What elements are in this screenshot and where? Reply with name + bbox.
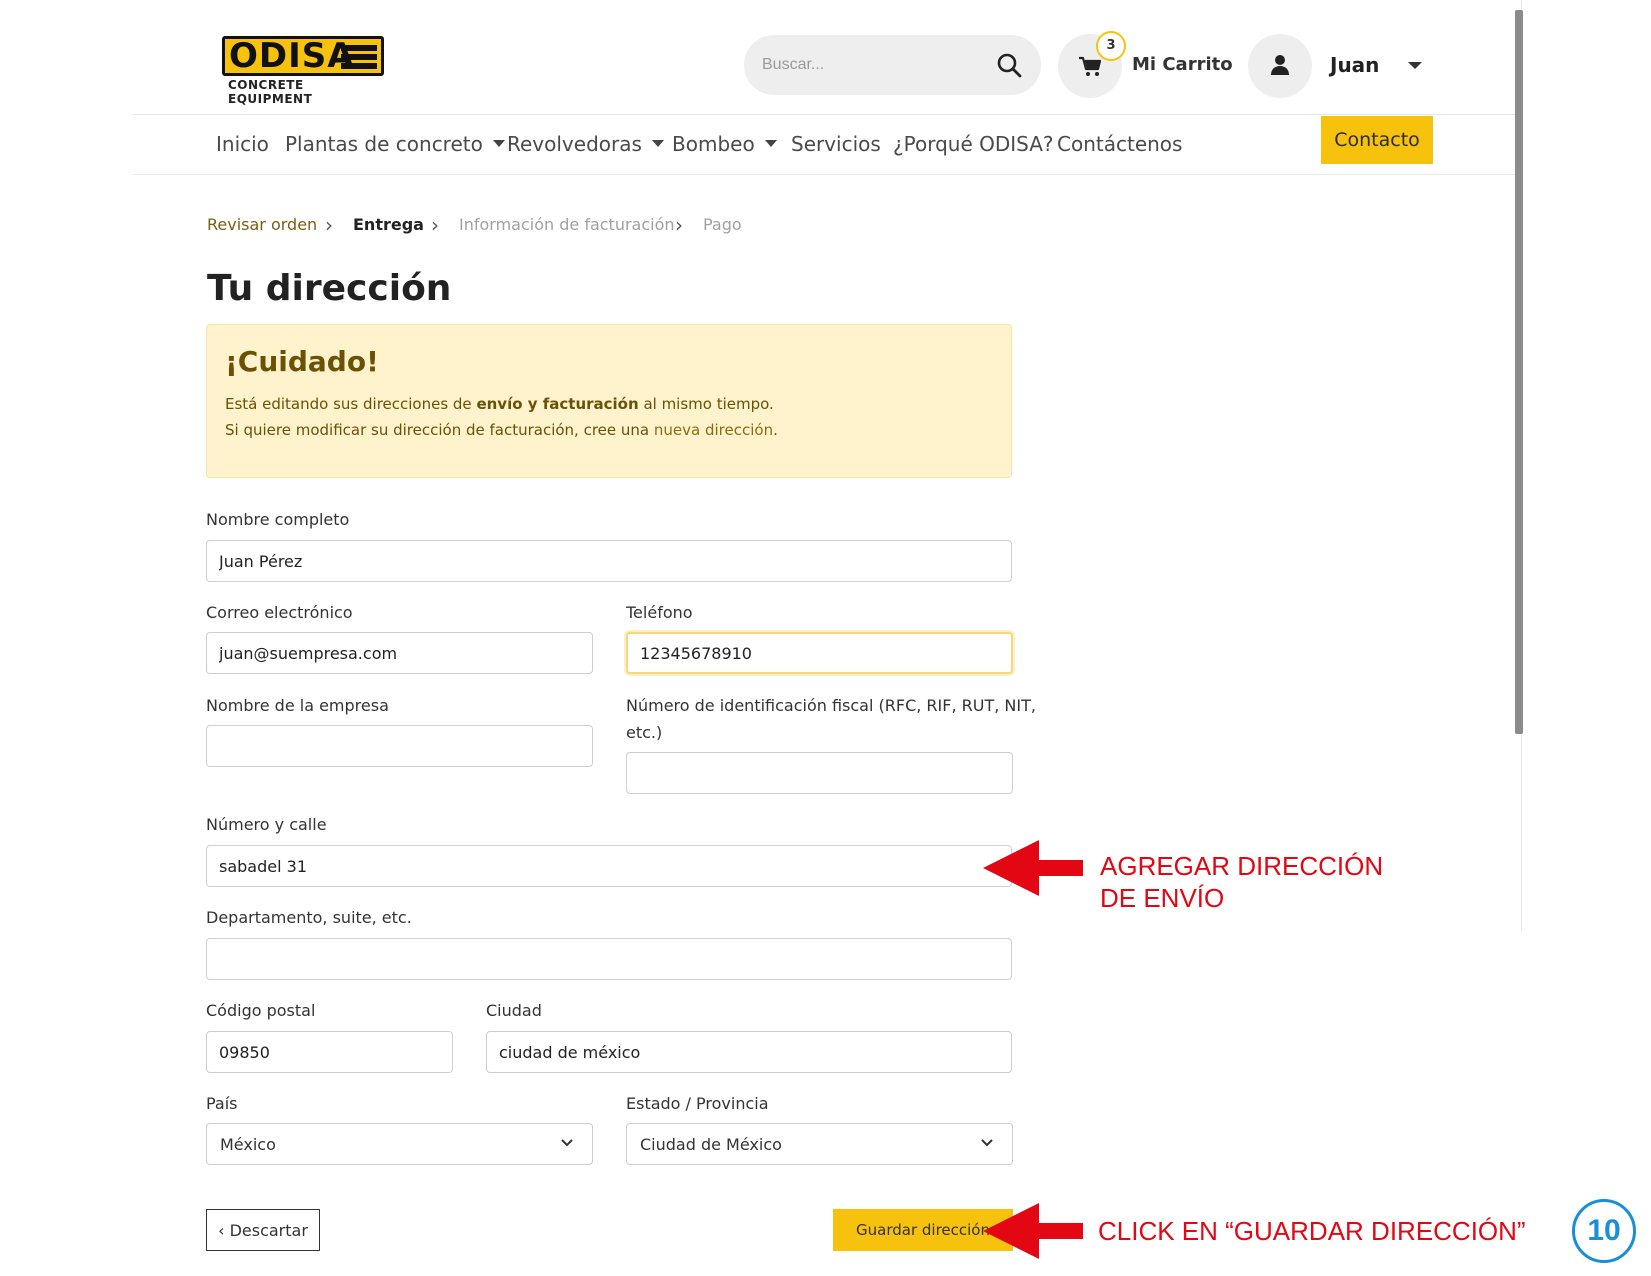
tax-id-label-line2: etc.) [626,723,663,742]
logo-mark: ODISA [222,36,384,76]
nav-divider [133,174,1515,175]
state-label: Estado / Provincia [626,1094,769,1113]
nav-item-porque-odisa[interactable]: ¿Porqué ODISA? [893,132,1054,156]
tax-id-label-line1: Número de identificación fiscal (RFC, RI… [626,696,1036,715]
nav-item-contactenos[interactable]: Contáctenos [1057,132,1182,156]
tax-id-input[interactable] [626,752,1013,794]
state-select[interactable]: Ciudad de México [626,1123,1013,1165]
search-bar[interactable] [744,35,1041,95]
breadcrumb-chevron-icon: › [325,213,333,237]
city-input[interactable] [486,1031,1012,1073]
alert-title: ¡Cuidado! [225,345,379,378]
country-select[interactable]: México [206,1123,593,1165]
logo-subtitle: CONCRETE EQUIPMENT [228,78,313,106]
user-name[interactable]: Juan [1330,53,1379,77]
company-label: Nombre de la empresa [206,696,389,715]
contact-button[interactable]: Contacto [1321,116,1433,164]
email-label: Correo electrónico [206,603,353,622]
logo-bars-icon [341,45,377,69]
breadcrumb-chevron-icon: › [675,213,683,237]
breadcrumb-delivery: Entrega [353,215,424,234]
logo[interactable]: ODISA CONCRETE EQUIPMENT [222,36,384,106]
cart-count-badge: 3 [1096,31,1126,61]
warning-alert: ¡Cuidado! Está editando sus direcciones … [206,324,1012,478]
caret-down-icon [764,140,777,147]
breadcrumb-review-order[interactable]: Revisar orden [207,215,317,234]
full-name-input[interactable] [206,540,1012,582]
zip-label: Código postal [206,1001,316,1020]
nav-item-servicios[interactable]: Servicios [791,132,881,156]
breadcrumb-payment: Pago [703,215,742,234]
alert-line-1: Está editando sus direcciones de envío y… [225,395,774,413]
search-input[interactable] [762,52,982,78]
arrow-left-icon [983,1203,1083,1259]
city-label: Ciudad [486,1001,542,1020]
street-input[interactable] [206,845,1012,887]
chevron-down-icon [561,1139,573,1147]
annotation-add-address-line1: AGREGAR DIRECCIÓN [1100,851,1384,881]
user-icon [1271,55,1289,75]
phone-label: Teléfono [626,603,693,622]
country-selected-value: México [220,1135,276,1154]
annotation-click-save: CLICK EN “GUARDAR DIRECCIÓN” [1098,1216,1526,1246]
breadcrumb-billing-info: Información de facturación [459,215,675,234]
discard-button[interactable]: ‹ Descartar [206,1209,320,1251]
annotation-add-address-line2: DE ENVÍO [1100,883,1225,913]
nav-item-revolvedoras[interactable]: Revolvedoras [507,132,664,156]
zip-input[interactable] [206,1031,453,1073]
apartment-label: Departamento, suite, etc. [206,908,412,927]
alert-line-2: Si quiere modificar su dirección de fact… [225,421,778,439]
arrow-left-icon [983,840,1083,896]
email-input[interactable] [206,632,593,674]
nav-item-plantas[interactable]: Plantas de concreto [285,132,505,156]
company-input[interactable] [206,725,593,767]
breadcrumb-chevron-icon: › [431,213,439,237]
cart-label[interactable]: Mi Carrito [1132,54,1233,75]
chevron-left-icon: ‹ [218,1220,230,1240]
scrollbar-thumb[interactable] [1515,10,1523,734]
caret-down-icon [651,140,664,147]
caret-down-icon [492,140,505,147]
step-number-badge: 10 [1572,1199,1636,1263]
header-divider [133,114,1515,115]
page-title: Tu dirección [207,268,452,309]
state-selected-value: Ciudad de México [640,1135,782,1154]
country-label: País [206,1094,238,1113]
apartment-input[interactable] [206,938,1012,980]
user-avatar[interactable] [1248,34,1312,98]
full-name-label: Nombre completo [206,510,350,529]
nav-item-inicio[interactable]: Inicio [216,132,269,156]
nav-item-bombeo[interactable]: Bombeo [672,132,777,156]
chevron-down-icon [981,1139,993,1147]
search-icon[interactable] [995,51,1023,79]
user-menu-caret-icon[interactable] [1408,62,1422,69]
phone-input[interactable] [626,632,1013,674]
new-address-link[interactable]: nueva dirección [654,421,773,439]
street-label: Número y calle [206,815,327,834]
logo-text: ODISA [229,36,355,76]
cart-icon [1079,56,1102,76]
